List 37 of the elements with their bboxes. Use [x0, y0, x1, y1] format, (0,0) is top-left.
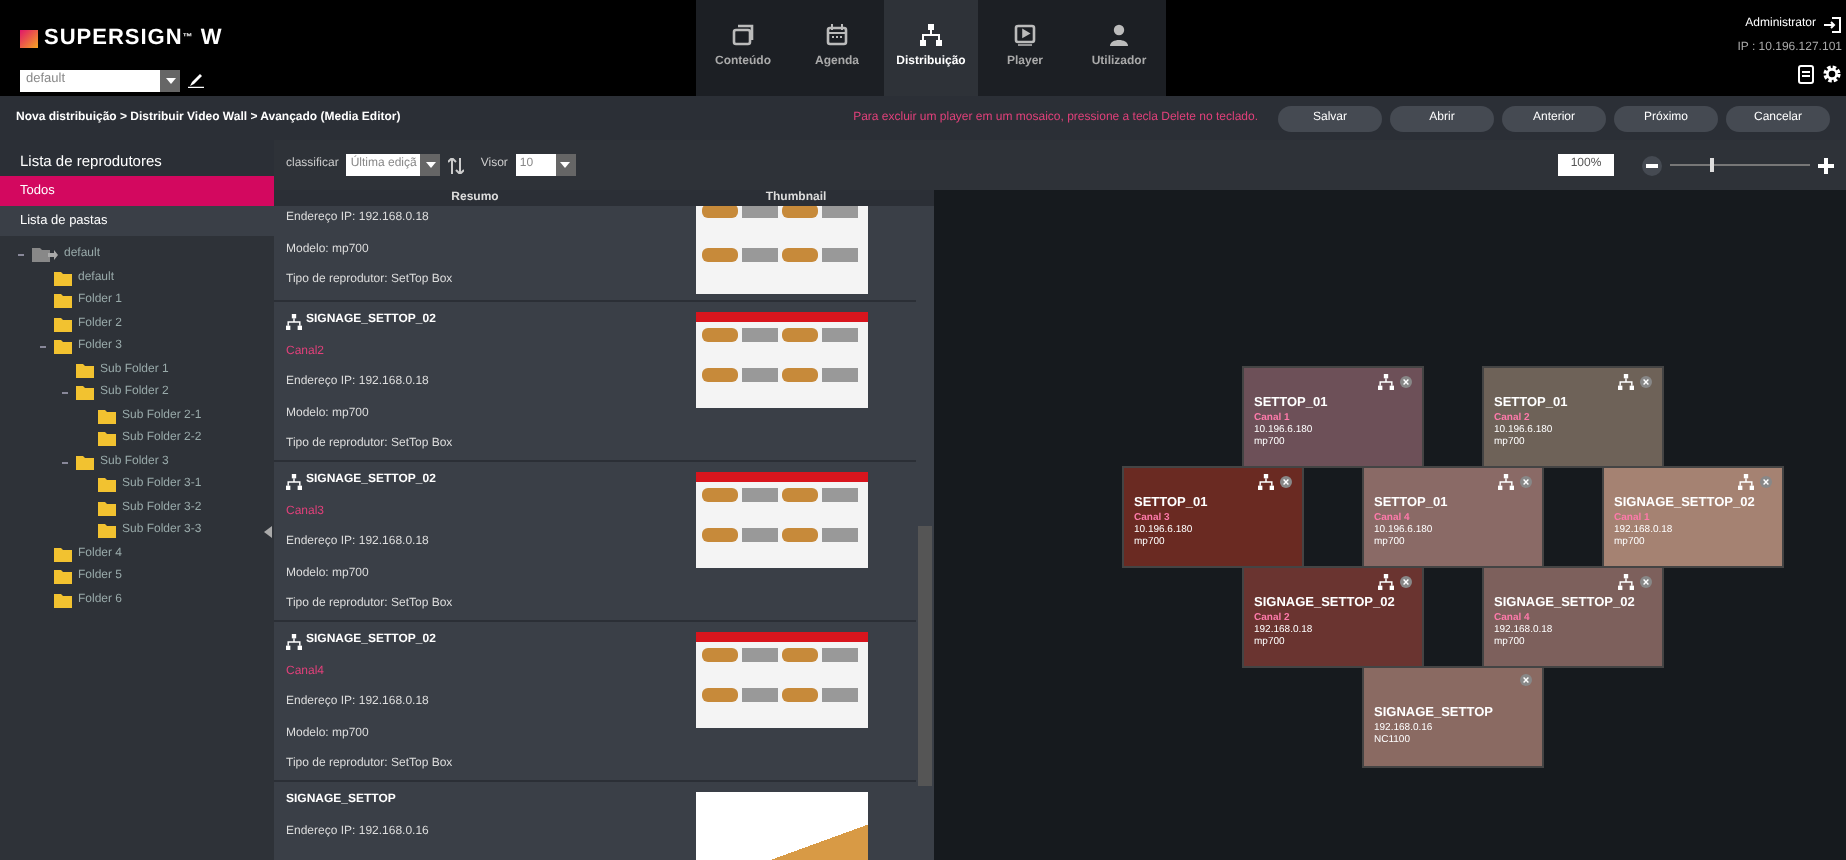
network-icon [1378, 374, 1394, 390]
network-icon [286, 473, 302, 489]
close-icon[interactable] [1280, 476, 1292, 488]
logout-icon[interactable] [1824, 16, 1842, 34]
zoom-out-button[interactable] [1642, 155, 1662, 175]
zoom-in-icon[interactable] [1818, 157, 1834, 173]
stacked-windows-icon [732, 24, 754, 46]
caret-icon [165, 77, 175, 83]
app-logo: SUPERSIGN$^{™}$ W [20, 22, 696, 55]
media-screen-icon [1014, 24, 1036, 46]
close-icon[interactable] [1520, 476, 1532, 488]
network-icon [286, 633, 302, 649]
network-icon [1498, 474, 1514, 490]
slider-thumb[interactable] [1710, 158, 1715, 172]
caret-icon [560, 162, 571, 168]
network-icon [1738, 474, 1754, 490]
network-icon [286, 313, 302, 329]
clipboard-icon[interactable] [1798, 64, 1814, 84]
network-icon [1378, 574, 1394, 590]
caret-icon [425, 162, 436, 168]
close-icon[interactable] [1640, 576, 1652, 588]
calendar-icon [826, 24, 848, 46]
pencil-icon[interactable] [188, 72, 204, 88]
close-icon[interactable] [1520, 674, 1532, 686]
settings-icon[interactable] [1822, 64, 1842, 84]
folder-arrow-icon [32, 248, 58, 263]
sort-order-icon[interactable] [448, 157, 465, 173]
minus-icon [1646, 163, 1658, 167]
network-icon [920, 24, 942, 46]
network-icon [1618, 374, 1634, 390]
user-icon [1108, 24, 1130, 46]
close-icon[interactable] [1400, 576, 1412, 588]
scrollbar[interactable] [916, 206, 934, 860]
network-icon [1618, 574, 1634, 590]
close-icon[interactable] [1640, 376, 1652, 388]
network-icon [1258, 474, 1274, 490]
close-icon[interactable] [1400, 376, 1412, 388]
